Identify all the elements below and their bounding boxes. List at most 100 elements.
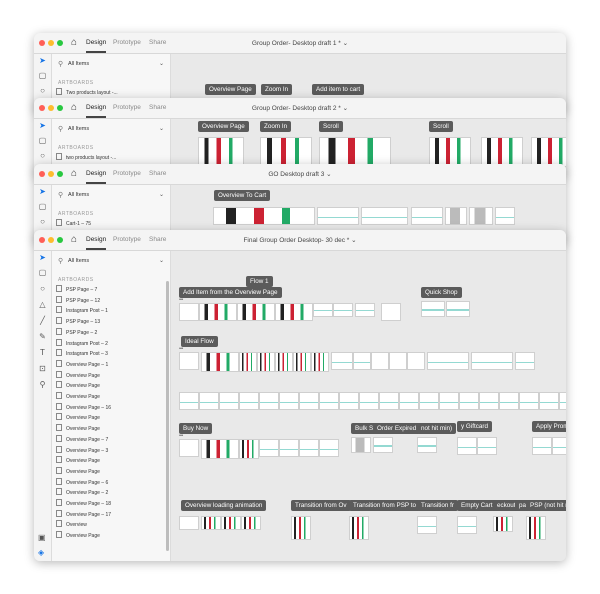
flow-label[interactable]: Overview Page — [198, 121, 249, 132]
rectangle-tool-icon[interactable]: ▢ — [38, 203, 47, 211]
flow-label[interactable]: Quick Shop — [421, 287, 462, 298]
artboard-thumbnail[interactable] — [407, 352, 425, 370]
artboard-thumbnail[interactable] — [179, 392, 199, 410]
artboard-thumbnail[interactable] — [339, 392, 359, 410]
flow-label[interactable]: Scroll — [319, 121, 343, 132]
artboard-thumbnail[interactable] — [201, 352, 239, 372]
flow-label[interactable]: Transition from PSP to — [349, 500, 420, 511]
artboard-list-item[interactable]: two products layout -... — [56, 153, 116, 163]
ellipse-tool-icon[interactable]: ○ — [38, 285, 47, 293]
flow-label[interactable]: Zoom In — [260, 121, 292, 132]
artboard-list-item[interactable]: Overview Page — [56, 381, 100, 391]
line-tool-icon[interactable]: ╱ — [38, 317, 47, 325]
artboard-thumbnail[interactable] — [275, 352, 293, 372]
artboard-list-item[interactable]: Instagram Post – 2 — [56, 338, 108, 349]
artboard-thumbnail[interactable] — [239, 392, 259, 410]
artboard-list-item[interactable]: PSP Page – 13 — [56, 317, 100, 327]
artboard-thumbnail[interactable] — [201, 439, 239, 459]
artboard-thumbnail[interactable] — [379, 392, 399, 410]
artboard-thumbnail[interactable] — [291, 516, 311, 540]
artboard-thumbnail[interactable] — [373, 437, 393, 453]
artboard-tool-icon[interactable]: ⊡ — [38, 365, 47, 373]
artboard-thumbnail[interactable] — [457, 516, 477, 534]
chevron-down-icon[interactable]: ⌄ — [159, 257, 164, 264]
artboard-thumbnail[interactable] — [239, 439, 259, 459]
artboard-thumbnail[interactable] — [515, 352, 535, 370]
artboard-thumbnail[interactable] — [319, 137, 391, 167]
artboard-list-item[interactable]: Overview Page — [56, 392, 100, 402]
artboard-thumbnail[interactable] — [559, 392, 566, 410]
artboard-thumbnail[interactable] — [552, 437, 566, 455]
artboard-thumbnail[interactable] — [201, 516, 221, 530]
artboard-list-item[interactable]: PSP Page – 2 — [56, 327, 97, 338]
flow-label[interactable]: Order Expired — [373, 423, 421, 434]
flow-label[interactable]: Ideal Flow — [181, 336, 218, 347]
artboard-thumbnail[interactable] — [471, 352, 513, 370]
artboard-thumbnail[interactable] — [526, 516, 546, 540]
artboard-thumbnail[interactable] — [531, 137, 566, 167]
artboard-thumbnail[interactable] — [279, 392, 299, 410]
artboard-thumbnail[interactable] — [179, 303, 199, 321]
artboard-thumbnail[interactable] — [419, 392, 439, 410]
artboard-list-item[interactable]: Two products layout -... — [56, 88, 118, 98]
artboard-thumbnail[interactable] — [371, 352, 389, 370]
assets-icon[interactable]: ▣ — [38, 533, 46, 542]
artboard-thumbnail[interactable] — [259, 439, 279, 457]
artboard-list-item[interactable]: Overview Page — [56, 413, 100, 423]
select-tool-icon[interactable]: ➤ — [38, 254, 47, 262]
artboard-thumbnail[interactable] — [495, 207, 515, 225]
artboard-thumbnail[interactable] — [241, 516, 261, 530]
artboard-thumbnail[interactable] — [481, 137, 523, 167]
artboard-thumbnail[interactable] — [179, 516, 199, 530]
artboard-thumbnail[interactable] — [459, 392, 479, 410]
flow-label[interactable]: Add Item from the Overview Page — [179, 287, 282, 298]
flow-label[interactable]: Overview loading animation — [181, 500, 267, 511]
artboard-thumbnail[interactable] — [221, 516, 241, 530]
artboard-thumbnail[interactable] — [293, 352, 311, 372]
artboard-thumbnail[interactable] — [532, 437, 552, 455]
artboard-thumbnail[interactable] — [479, 392, 499, 410]
artboard-list-item[interactable]: Instagram Post – 3 — [56, 349, 108, 359]
panel-scrollbar[interactable] — [166, 281, 169, 551]
artboard-thumbnail[interactable] — [351, 437, 371, 453]
artboard-thumbnail[interactable] — [457, 437, 477, 455]
artboard-thumbnail[interactable] — [353, 352, 371, 370]
artboard-thumbnail[interactable] — [399, 392, 419, 410]
artboard-thumbnail[interactable] — [299, 439, 319, 457]
artboard-thumbnail[interactable] — [319, 439, 339, 457]
artboard-thumbnail[interactable] — [493, 516, 513, 532]
artboard-thumbnail[interactable] — [239, 352, 257, 372]
artboard-thumbnail[interactable] — [417, 437, 437, 453]
flow-label[interactable]: Overview To Cart — [214, 190, 271, 201]
chevron-down-icon[interactable]: ⌄ — [159, 125, 164, 132]
artboard-thumbnail[interactable] — [539, 392, 559, 410]
artboard-list-item[interactable]: Overview Page — [56, 531, 100, 541]
artboard-thumbnail[interactable] — [179, 352, 199, 370]
zoom-tool-icon[interactable]: ⚲ — [38, 381, 47, 389]
select-tool-icon[interactable]: ➤ — [38, 57, 47, 65]
document-title[interactable]: GO Desktop draft 3 ⌄ — [34, 170, 566, 178]
artboard-thumbnail[interactable] — [198, 137, 244, 167]
artboard-thumbnail[interactable] — [179, 439, 199, 457]
artboard-thumbnail[interactable] — [213, 207, 315, 225]
layers-icon[interactable]: ◈ — [38, 548, 44, 557]
select-tool-icon[interactable]: ➤ — [38, 188, 47, 196]
text-tool-icon[interactable]: T — [38, 349, 47, 357]
rectangle-tool-icon[interactable]: ▢ — [38, 72, 47, 80]
flow-label[interactable]: Empty Cart — [457, 500, 497, 511]
chevron-down-icon[interactable]: ⌄ — [159, 191, 164, 198]
artboard-thumbnail[interactable] — [331, 352, 353, 370]
artboard-thumbnail[interactable] — [333, 303, 353, 317]
ellipse-tool-icon[interactable]: ○ — [38, 87, 47, 95]
flow-label[interactable]: Buy Now — [179, 423, 213, 434]
artboard-thumbnail[interactable] — [279, 439, 299, 457]
artboard-thumbnail[interactable] — [427, 352, 469, 370]
flow-label[interactable]: Apply Promocode — [532, 421, 566, 432]
artboard-list-item[interactable]: Overview Page — [56, 424, 100, 434]
artboard-thumbnail[interactable] — [275, 303, 313, 321]
document-title[interactable]: Group Order- Desktop draft 2 * ⌄ — [34, 104, 566, 112]
artboard-thumbnail[interactable] — [259, 392, 279, 410]
artboard-list-item[interactable]: PSP Page – 7 — [56, 285, 97, 295]
flow-label[interactable]: not hit min) — [417, 423, 457, 434]
artboard-thumbnail[interactable] — [257, 352, 275, 372]
